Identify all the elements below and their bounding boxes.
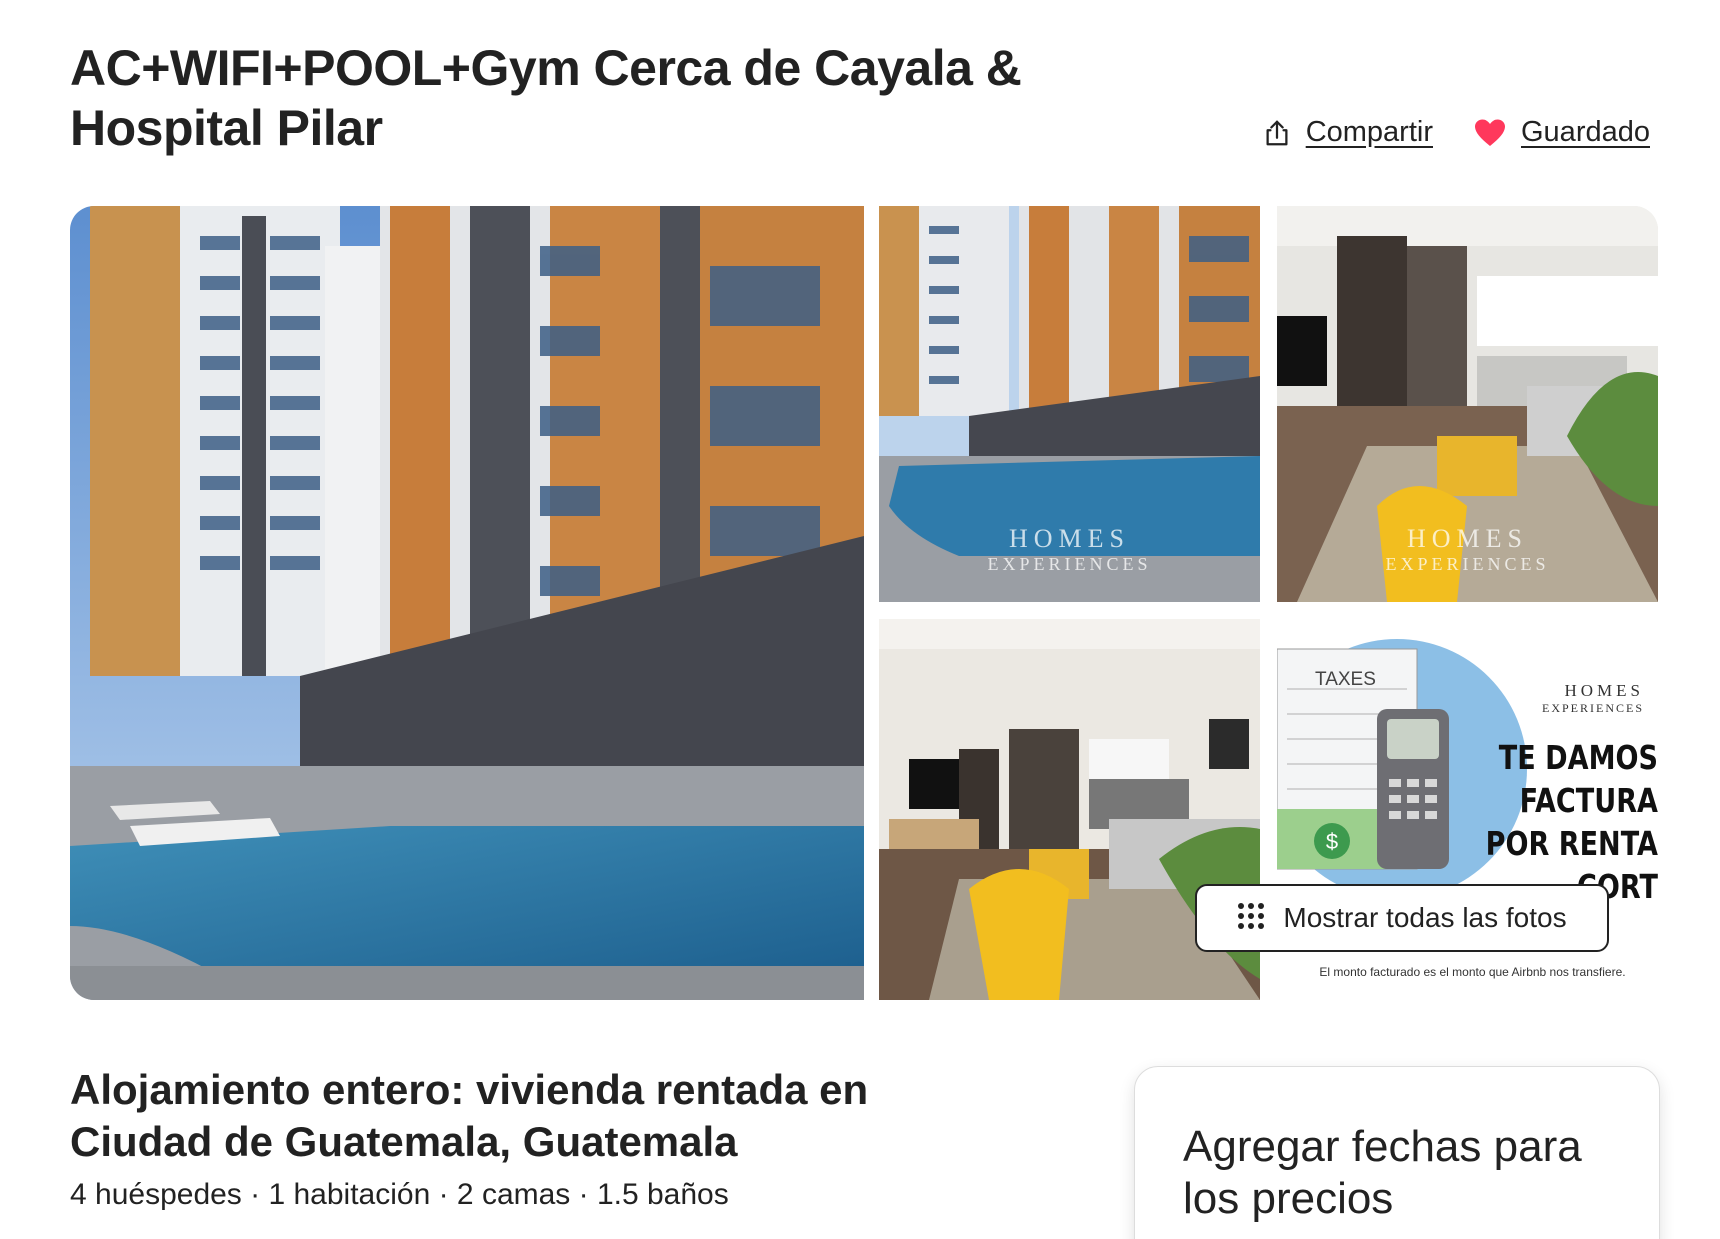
listing-actions: Compartir Guardado [1262,116,1650,149]
svg-text:$: $ [1326,829,1338,854]
booking-price-prompt: Agregar fechas para los precios [1183,1122,1582,1223]
photo-living-room[interactable]: HOMES EXPERIENCES [1277,206,1658,602]
share-button[interactable]: Compartir [1262,116,1433,149]
watermark-brand: HOMES [1406,524,1528,553]
grid-dots-icon [1237,902,1265,935]
booking-card: Agregar fechas para los precios [1134,1066,1660,1239]
watermark-sub: EXPERIENCES [987,554,1152,574]
heart-icon [1473,118,1507,148]
listing-title: AC+WIFI+POOL+Gym Cerca de Cayala & Hospi… [70,40,1022,156]
listing-summary-title: Alojamiento entero: vivienda rentada en … [70,1066,869,1165]
promo-footnote: El monto facturado es el monto que Airbn… [1319,965,1626,979]
promo-brand-sub: EXPERIENCES [1541,701,1644,715]
photo-main-pool[interactable] [70,206,864,1000]
show-all-photos-label: Mostrar todas las fotos [1283,902,1567,933]
promo-taxes-label: TAXES [1315,669,1376,690]
share-label: Compartir [1305,116,1433,148]
share-icon [1262,118,1292,148]
watermark-brand: HOMES [1008,524,1130,553]
photo-gallery: HOMES EXPERIENCES HOMES EXPERIENCES $ TA… [70,206,1658,1000]
listing-summary-details: 4 huéspedes · 1 habitación · 2 camas · 1… [70,1178,729,1211]
promo-headline: TE DAMOS FACTURA POR RENTA CORT [1485,738,1658,906]
save-button[interactable]: Guardado [1473,116,1650,149]
save-label: Guardado [1521,116,1650,148]
promo-brand: HOMES [1564,681,1644,700]
show-all-photos-button[interactable]: Mostrar todas las fotos [1195,884,1609,952]
photo-pool-towers[interactable]: HOMES EXPERIENCES [879,206,1260,602]
watermark-sub: EXPERIENCES [1385,554,1550,574]
